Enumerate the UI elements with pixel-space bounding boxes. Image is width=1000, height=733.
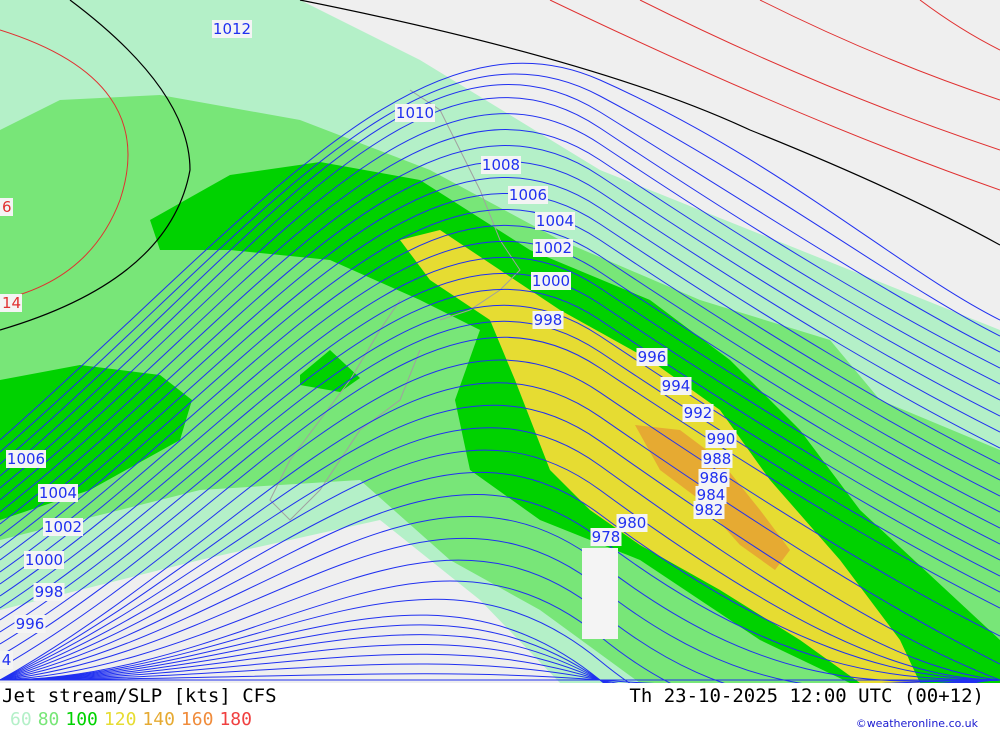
isobar-label: 1000 (532, 272, 570, 290)
legend-item: 100 (65, 709, 98, 730)
isobar-label: 980 (618, 514, 647, 532)
forecast-datetime: Th 23-10-2025 12:00 UTC (00+12) (629, 685, 984, 707)
isobar-label: 996 (638, 348, 667, 366)
isobar-label: 988 (703, 450, 732, 468)
isotach-label: 6 (2, 198, 12, 216)
isobar-label: 1006 (509, 186, 547, 204)
legend-item: 80 (37, 709, 60, 730)
isobar-label: 1002 (44, 518, 82, 536)
isobar-label: 1010 (396, 104, 434, 122)
isotach-label: 14 (2, 294, 21, 312)
isobar-label: 994 (662, 377, 691, 395)
legend-item: 120 (103, 709, 137, 730)
isobar-label: 990 (707, 430, 736, 448)
isobar-label: 998 (534, 311, 563, 329)
isobar-label: 992 (684, 404, 713, 422)
isobar-label: 4 (2, 651, 12, 669)
page: 1012 1010 1008 1006 1004 1002 1000 998 996 994 992… (0, 0, 1000, 733)
isobar-label: 978 (592, 528, 621, 546)
isobar-label: 996 (16, 615, 45, 633)
isobar-label: 1004 (536, 212, 574, 230)
isobar-label: 1004 (39, 484, 77, 502)
credit-link[interactable]: ©weatheronline.co.uk (856, 717, 978, 730)
legend-item: 180 (219, 709, 252, 730)
legend-item: 140 (142, 709, 175, 730)
footer: Jet stream/SLP [kts] CFS Th 23-10-2025 1… (0, 683, 1000, 733)
isobar-label: 1006 (7, 450, 45, 468)
wind-speed-legend: 60 80 100 120 140 160 180 (10, 709, 258, 730)
weather-map: 1012 1010 1008 1006 1004 1002 1000 998 996 994 992… (0, 0, 1000, 683)
isobar-label: 1012 (213, 20, 251, 38)
isobar-label: 986 (700, 469, 729, 487)
isobar-label: 1002 (534, 239, 572, 257)
isobar-label: 1008 (482, 156, 520, 174)
legend-item: 160 (180, 709, 214, 730)
isobar-label: 1000 (25, 551, 63, 569)
legend-item: 60 (10, 709, 32, 730)
isobar-label: 998 (35, 583, 64, 601)
isobar-label: 982 (695, 501, 724, 519)
map-title: Jet stream/SLP [kts] CFS (2, 685, 277, 707)
